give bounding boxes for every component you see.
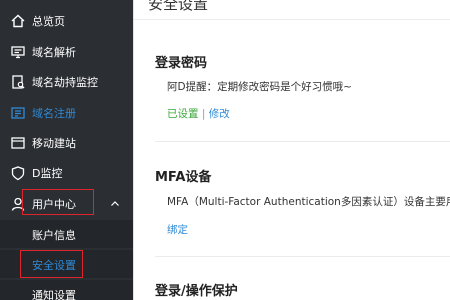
highlight-box-user-center [22, 189, 94, 215]
separator: | [201, 108, 206, 120]
submenu-item-notification-settings[interactable]: 通知设置 [0, 280, 133, 300]
register-icon [11, 107, 25, 119]
sidebar-item-label: 域名注册 [32, 107, 76, 120]
password-section-title: 登录密码 [155, 56, 208, 71]
submenu-item-label: 账户信息 [32, 229, 76, 242]
sidebar-item-label: 总览页 [32, 15, 65, 28]
mobile-site-icon [11, 137, 25, 149]
bind-mfa-link[interactable]: 绑定 [167, 222, 188, 237]
highlight-box-security-settings [20, 250, 83, 278]
shield-icon [11, 166, 25, 181]
sidebar-item-dns-resolve[interactable]: 域名解析 [0, 37, 133, 67]
modify-password-link[interactable]: 修改 [209, 108, 230, 120]
home-icon [11, 14, 25, 28]
mfa-description: MFA（Multi-Factor Authentication多因素认证）设备主… [167, 196, 450, 208]
page-title: 安全设置 [148, 0, 209, 13]
sidebar-item-d-monitor[interactable]: D监控 [0, 158, 133, 188]
password-status: 已设置 [167, 108, 199, 120]
password-status-row: 已设置 | 修改 [167, 106, 230, 121]
sidebar-item-domain-register[interactable]: 域名注册 [0, 98, 133, 128]
submenu-item-label: 通知设置 [32, 289, 76, 300]
section-divider [155, 256, 450, 257]
document-search-icon [12, 75, 25, 89]
sidebar-item-label: 移动建站 [32, 137, 76, 150]
sidebar-item-overview[interactable]: 总览页 [0, 6, 133, 36]
submenu-item-account-info[interactable]: 账户信息 [0, 220, 133, 248]
sidebar-item-label: 域名解析 [32, 46, 76, 59]
login-protection-section-title: 登录/操作保护 [155, 284, 238, 299]
sidebar-item-label: D监控 [32, 167, 63, 180]
title-divider [134, 19, 450, 20]
chevron-up-icon[interactable] [109, 198, 121, 210]
sidebar-item-hijack-monitor[interactable]: 域名劫持监控 [0, 67, 133, 97]
sidebar-item-label: 域名劫持监控 [32, 76, 98, 89]
section-divider [155, 141, 450, 142]
sidebar-item-mobile-site[interactable]: 移动建站 [0, 128, 133, 158]
monitor-icon [11, 46, 25, 59]
mfa-section-title: MFA设备 [155, 170, 212, 185]
password-tip: 阿D提醒：定期修改密码是个好习惯哦~ [167, 81, 352, 93]
main-content: 安全设置 登录密码 阿D提醒：定期修改密码是个好习惯哦~ 已设置 | 修改 MF… [134, 0, 450, 300]
